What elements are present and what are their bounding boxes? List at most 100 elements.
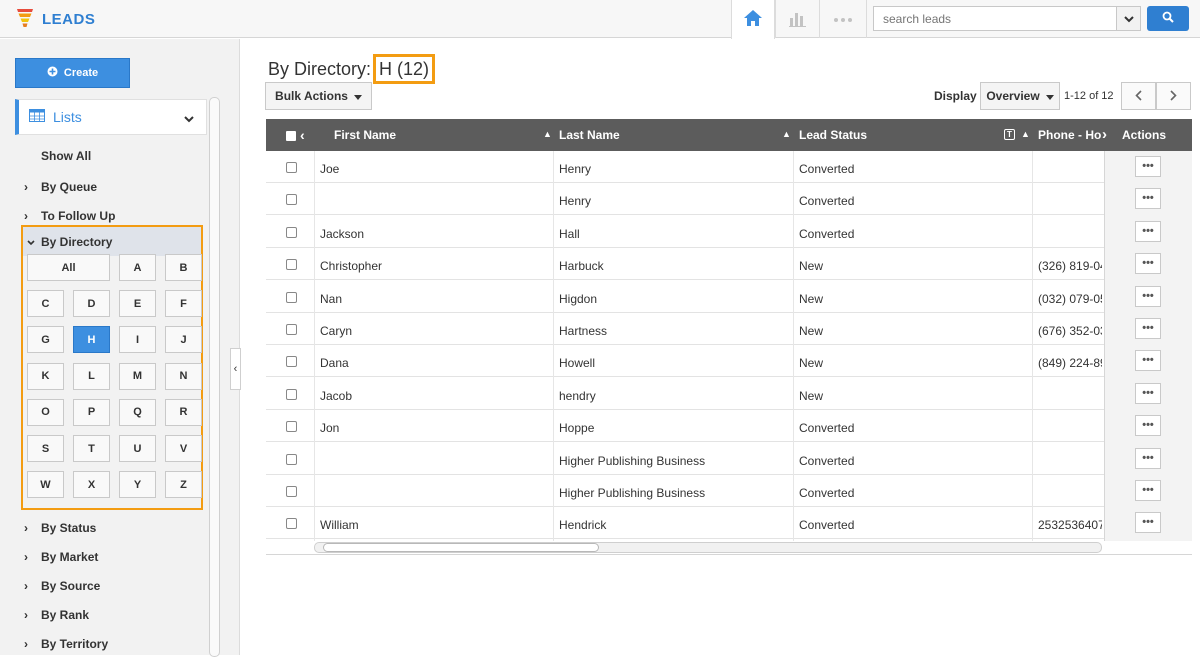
table-row[interactable]: Caryn Hartness New (676) 352-03 [266, 313, 1104, 345]
search-dropdown[interactable] [1116, 7, 1140, 30]
letter-button[interactable]: A [119, 254, 156, 281]
display-select[interactable]: Overview [980, 82, 1060, 110]
table-row[interactable]: Jacob hendry New [266, 377, 1104, 410]
row-actions-button[interactable]: ••• [1135, 318, 1161, 339]
home-button[interactable] [731, 0, 775, 39]
letter-button[interactable]: V [165, 435, 202, 462]
row-actions-button[interactable]: ••• [1135, 512, 1161, 534]
row-checkbox[interactable] [286, 291, 297, 303]
sidebar-item-by-source[interactable]: › By Source [24, 579, 100, 593]
collapse-sidebar-button[interactable]: ‹ [230, 348, 241, 390]
row-checkbox[interactable] [286, 226, 297, 238]
letter-button[interactable]: H [73, 326, 110, 354]
letter-button[interactable]: N [165, 362, 202, 390]
letter-button[interactable]: All [27, 254, 110, 281]
reports-button[interactable] [775, 0, 819, 38]
row-actions-button[interactable]: ••• [1135, 415, 1161, 437]
row-checkbox[interactable] [286, 388, 297, 400]
letter-button[interactable]: X [73, 471, 110, 499]
row-actions-button[interactable]: ••• [1135, 285, 1161, 307]
row-actions-button[interactable]: ••• [1135, 220, 1161, 242]
table-row[interactable]: Jon Hoppe Converted [266, 410, 1104, 443]
row-checkbox[interactable] [286, 518, 297, 530]
sidebar-item-by-market[interactable]: › By Market [24, 550, 98, 564]
letter-button[interactable]: P [73, 398, 110, 426]
chevron-right-icon: › [24, 180, 28, 194]
row-actions-button[interactable]: ••• [1135, 382, 1161, 404]
cell-phone: (676) 352-03 [1038, 324, 1102, 338]
table-row[interactable]: Christopher Harbuck New (326) 819-04 [266, 248, 1104, 281]
chevron-right-icon[interactable]: › [1102, 126, 1107, 143]
horizontal-scrollbar[interactable] [314, 542, 1102, 553]
prev-page-button[interactable] [1121, 82, 1156, 110]
table-row[interactable]: William Hendrick Converted 2532536407 [266, 507, 1104, 540]
search-button[interactable] [1147, 6, 1189, 31]
table-row[interactable]: Higher Publishing Business Converted [266, 475, 1104, 507]
lists-dropdown[interactable]: Lists [15, 99, 207, 135]
sidebar-item-by-directory[interactable]: By Directory [23, 227, 201, 256]
row-actions-button[interactable]: ••• [1135, 350, 1161, 372]
letter-button[interactable]: C [27, 290, 64, 318]
sidebar-scrollbar[interactable] [209, 97, 220, 657]
table-row[interactable]: Higher Publishing Business Converted [266, 442, 1104, 475]
row-checkbox[interactable] [286, 194, 297, 206]
letter-button[interactable]: M [119, 362, 156, 390]
letter-button[interactable]: I [119, 326, 156, 354]
letter-button[interactable]: R [165, 398, 202, 426]
letter-button[interactable]: O [27, 398, 64, 426]
column-first-name[interactable]: First Name [334, 128, 396, 142]
row-checkbox[interactable] [286, 421, 297, 433]
more-button[interactable] [819, 0, 867, 38]
sidebar-item-by-status[interactable]: › By Status [24, 521, 96, 535]
letter-button[interactable]: G [27, 326, 64, 354]
table-row[interactable]: Nan Higdon New (032) 079-05 [266, 280, 1104, 313]
letter-button[interactable]: U [119, 435, 156, 462]
create-button[interactable]: Create [15, 58, 130, 88]
letter-button[interactable]: Z [165, 471, 202, 499]
row-checkbox[interactable] [286, 453, 297, 465]
scrollbar-thumb[interactable] [323, 543, 599, 552]
next-page-button[interactable] [1156, 82, 1191, 110]
row-actions-button[interactable]: ••• [1135, 253, 1161, 275]
row-checkbox[interactable] [286, 324, 297, 335]
letter-button[interactable]: K [27, 362, 64, 390]
bulk-actions-button[interactable]: Bulk Actions [265, 82, 372, 110]
letter-button[interactable]: L [73, 362, 110, 390]
brand[interactable]: LEADS [16, 8, 95, 31]
letter-button[interactable]: F [165, 290, 202, 318]
letter-button[interactable]: T [73, 435, 110, 462]
table-row[interactable]: Henry Converted [266, 183, 1104, 216]
table-row[interactable]: Dana Howell New (849) 224-89 [266, 345, 1104, 378]
column-phone[interactable]: Phone - Ho [1038, 128, 1102, 142]
sidebar-item-by-rank[interactable]: › By Rank [24, 608, 89, 622]
row-checkbox[interactable] [286, 259, 297, 271]
row-actions-button[interactable]: ••• [1135, 156, 1161, 177]
row-checkbox[interactable] [286, 162, 297, 173]
search-input[interactable] [874, 7, 1116, 30]
row-actions-button[interactable]: ••• [1135, 447, 1161, 469]
letter-button[interactable]: Q [119, 398, 156, 426]
table-row[interactable]: Jackson Hall Converted [266, 215, 1104, 248]
cell-lead-status: New [799, 324, 824, 338]
row-checkbox[interactable] [286, 486, 297, 497]
column-last-name[interactable]: Last Name [559, 128, 620, 142]
sidebar-item-show-all[interactable]: Show All [41, 149, 91, 163]
sidebar-item-to-follow-up[interactable]: › To Follow Up [24, 209, 115, 223]
letter-button[interactable]: Y [119, 471, 156, 499]
filter-icon[interactable]: T [1004, 129, 1015, 140]
letter-button[interactable]: W [27, 471, 64, 499]
column-lead-status[interactable]: Lead Status [799, 128, 867, 142]
letter-button[interactable]: B [165, 254, 202, 281]
sidebar-item-by-territory[interactable]: › By Territory [24, 637, 108, 651]
table-row[interactable]: Joe Henry Converted [266, 151, 1104, 183]
chevron-left-icon[interactable]: ‹ [300, 127, 305, 143]
select-all-checkbox[interactable] [286, 131, 296, 141]
row-checkbox[interactable] [286, 356, 297, 368]
letter-button[interactable]: D [73, 290, 110, 318]
row-actions-button[interactable]: ••• [1135, 188, 1161, 210]
sidebar-item-by-queue[interactable]: › By Queue [24, 180, 97, 194]
letter-button[interactable]: E [119, 290, 156, 318]
row-actions-button[interactable]: ••• [1135, 480, 1161, 501]
letter-button[interactable]: J [165, 326, 202, 354]
letter-button[interactable]: S [27, 435, 64, 462]
